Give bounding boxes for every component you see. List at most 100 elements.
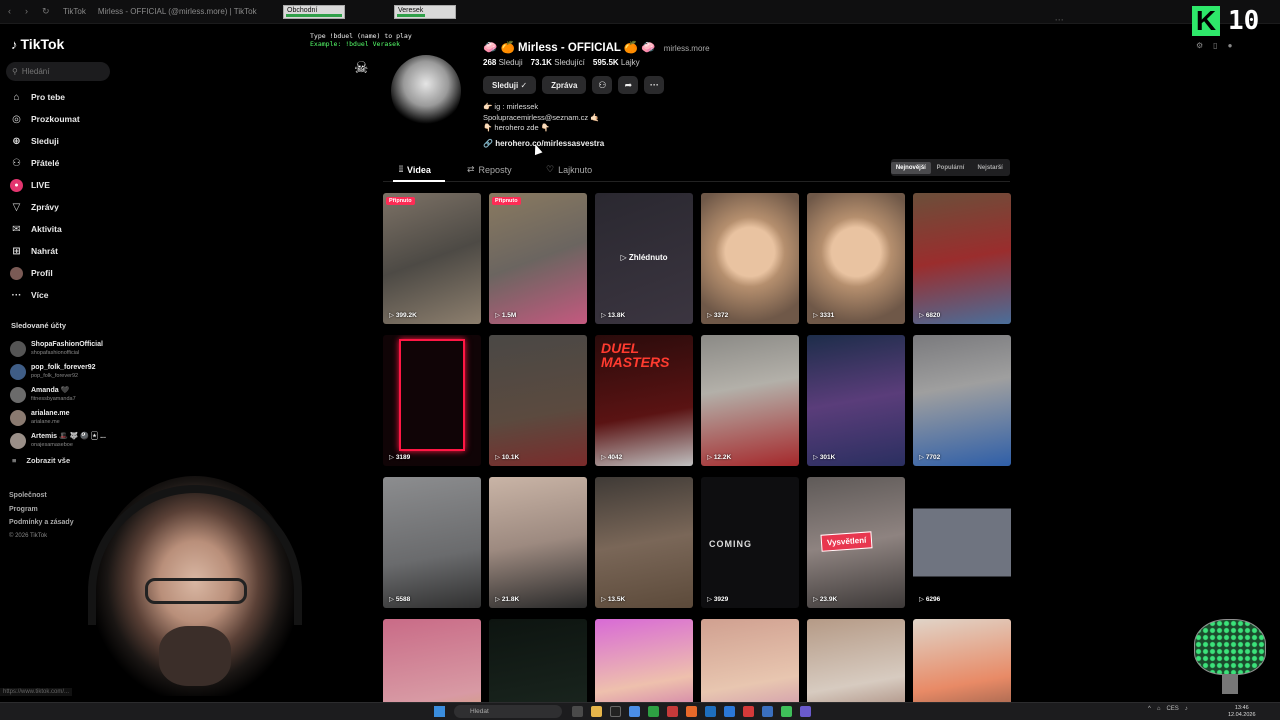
compass-icon: ◎ (12, 113, 21, 125)
tiktok-logo[interactable]: ♪ TikTok (11, 36, 64, 52)
more-options-icon[interactable]: ··· (644, 76, 665, 94)
chrome-icon[interactable] (629, 706, 640, 717)
video-card[interactable]: ▷ 3372 (701, 193, 799, 324)
profile-link[interactable]: 🔗 herohero.co/mirlessasvestra (483, 139, 604, 148)
sidebar-item-live[interactable]: ● LIVE (10, 174, 120, 196)
video-card[interactable]: Vysvětlení ▷ 23.9K (807, 477, 905, 608)
sidebar-item-for-you[interactable]: ⌂ Pro tebe (10, 86, 120, 108)
sidebar-item-messages[interactable]: ▽ Zprávy (10, 196, 120, 218)
firefox-icon[interactable] (686, 706, 697, 717)
sidebar-item-more[interactable]: ··· Více (10, 284, 120, 306)
language-indicator[interactable]: CES (1166, 706, 1178, 712)
video-card[interactable]: ▷ 3189 (383, 335, 481, 466)
video-card[interactable]: ▷ 12.2K (701, 335, 799, 466)
following-button[interactable]: Sleduji ✓ (483, 76, 537, 94)
video-card[interactable]: Připnuto ▷ 1.5M (489, 193, 587, 324)
video-card[interactable]: ▷ 3331 (807, 193, 905, 324)
footer-link-program[interactable]: Program (9, 503, 74, 517)
footer-link-terms[interactable]: Podmínky a zásady (9, 516, 74, 530)
stat-label: Sledující (554, 58, 585, 67)
browser-tab-2[interactable]: Mirless - OFFICIAL (@mirless.more) | Tik… (98, 7, 257, 16)
play-icon: ▷ (813, 596, 820, 603)
xbox-icon[interactable] (648, 706, 659, 717)
obs-icon[interactable] (743, 706, 754, 717)
sidebar-item-activity[interactable]: ✉ Aktivita (10, 218, 120, 240)
video-card[interactable]: ▷ 13.5K (595, 477, 693, 608)
video-card[interactable]: ▷ 6820 (913, 193, 1011, 324)
tab-reposts[interactable]: ⇄ Reposty (467, 164, 512, 175)
video-card[interactable]: DUEL MASTERS ▷ 4042 (595, 335, 693, 466)
play-icon: ▷ (495, 312, 502, 319)
discord-icon[interactable] (800, 706, 811, 717)
tab-videos[interactable]: ⦙⦙ Videa (399, 164, 431, 175)
taskbar-clock[interactable]: 13:46 12.04.2026 (1228, 705, 1256, 718)
view-count: ▷ 6820 (919, 311, 940, 319)
file-explorer-icon[interactable] (591, 706, 602, 717)
back-icon[interactable]: ‹ (8, 7, 17, 16)
network-icon[interactable]: ⌂ (1157, 706, 1161, 712)
volume-icon[interactable]: ♪ (1185, 706, 1188, 712)
play-icon[interactable] (781, 706, 792, 717)
profile-link-text[interactable]: herohero.co/mirlessasvestra (495, 139, 604, 148)
tab-liked[interactable]: ♡ Lajknuto (546, 164, 592, 175)
view-count: ▷ 3372 (707, 311, 728, 319)
following-account[interactable]: arialane.me arialane.me (10, 406, 120, 429)
sidebar-item-label: Pro tebe (31, 92, 66, 102)
browser-tab-1[interactable]: TikTok (63, 7, 86, 16)
video-card[interactable]: COMING ▷ 3929 (701, 477, 799, 608)
account-icon[interactable]: ● (1228, 41, 1233, 50)
video-card[interactable]: ▷ 7702 (913, 335, 1011, 466)
footer-link-company[interactable]: Společnost (9, 489, 74, 503)
add-friend-icon[interactable]: ⚇ (592, 76, 613, 94)
search-box[interactable]: ⚲ (6, 62, 110, 81)
windows-start-icon[interactable] (434, 706, 445, 717)
sidebar-item-label: Profil (31, 268, 53, 278)
avatar (10, 340, 26, 357)
steam-icon[interactable] (705, 706, 716, 717)
video-card[interactable]: ▷ Zhlédnuto ▷ 13.8K (595, 193, 693, 324)
sidebar-item-following[interactable]: ⊕ Sleduji (10, 130, 120, 152)
sidebar-item-upload[interactable]: ⊞ Nahrát (10, 240, 120, 262)
sidebar-item-friends[interactable]: ⚇ Přátelé (10, 152, 120, 174)
app-icon[interactable] (724, 706, 735, 717)
video-card[interactable]: ▷ 6296 (913, 477, 1011, 608)
video-caption-sticker: Vysvětlení (820, 531, 873, 552)
following-account[interactable]: ShopaFashionOfficial shopafashionofficial (10, 337, 120, 360)
chevron-up-icon[interactable]: ^ (1148, 706, 1151, 712)
stat-followers[interactable]: 73.1K Sledující (531, 58, 585, 67)
tiktok-app-icon[interactable] (610, 706, 621, 717)
profile-stats: 268 Sleduji 73.1K Sledující 595.5K Lajky (483, 58, 640, 67)
video-card[interactable]: Připnuto ▷ 399.2K (383, 193, 481, 324)
view-count-value: 3929 (713, 596, 729, 603)
app-icon[interactable] (762, 706, 773, 717)
bookmark-icon[interactable]: ▯ (1213, 41, 1217, 50)
sort-oldest[interactable]: Nejstarší (970, 162, 1010, 174)
video-card[interactable]: ▷ 301K (807, 335, 905, 466)
forward-icon[interactable]: › (25, 7, 34, 16)
sidebar-item-explore[interactable]: ◎ Prozkoumat (10, 108, 120, 130)
show-all-button[interactable]: ≡ Zobrazit vše (12, 456, 70, 465)
sort-newest[interactable]: Nejnovější (891, 161, 931, 174)
video-card[interactable]: ▷ 21.8K (489, 477, 587, 608)
settings-icon[interactable]: ⚙ (1196, 41, 1203, 50)
chip-label: Veresek (398, 7, 424, 14)
following-account[interactable]: Artemis 🎩 🐺 🎱 🃏 ... onajesamaseboe (10, 429, 120, 452)
task-view-icon[interactable] (572, 706, 583, 717)
reload-icon[interactable]: ↻ (42, 7, 51, 16)
profile-avatar[interactable] (391, 55, 461, 127)
sidebar-item-profile[interactable]: Profil (10, 262, 120, 284)
stat-following[interactable]: 268 Sleduji (483, 58, 523, 67)
share-icon[interactable]: ➦ (618, 76, 639, 94)
view-count: ▷ 21.8K (495, 595, 519, 603)
app-icon[interactable] (667, 706, 678, 717)
faint-overlay-text: ··· (1055, 15, 1064, 25)
following-account[interactable]: Amanda 🖤 fitnessbyamanda7 (10, 383, 120, 406)
message-button[interactable]: Zpráva (542, 76, 587, 94)
account-name: pop_folk_forever92 (31, 363, 96, 371)
search-input[interactable] (21, 67, 102, 76)
taskbar-search[interactable]: Hledat (454, 705, 562, 718)
following-account[interactable]: pop_folk_forever92 pop_folk_forever92 (10, 360, 120, 383)
video-card[interactable]: ▷ 10.1K (489, 335, 587, 466)
video-card[interactable]: ▷ 5588 (383, 477, 481, 608)
sort-popular[interactable]: Populární (931, 162, 971, 174)
